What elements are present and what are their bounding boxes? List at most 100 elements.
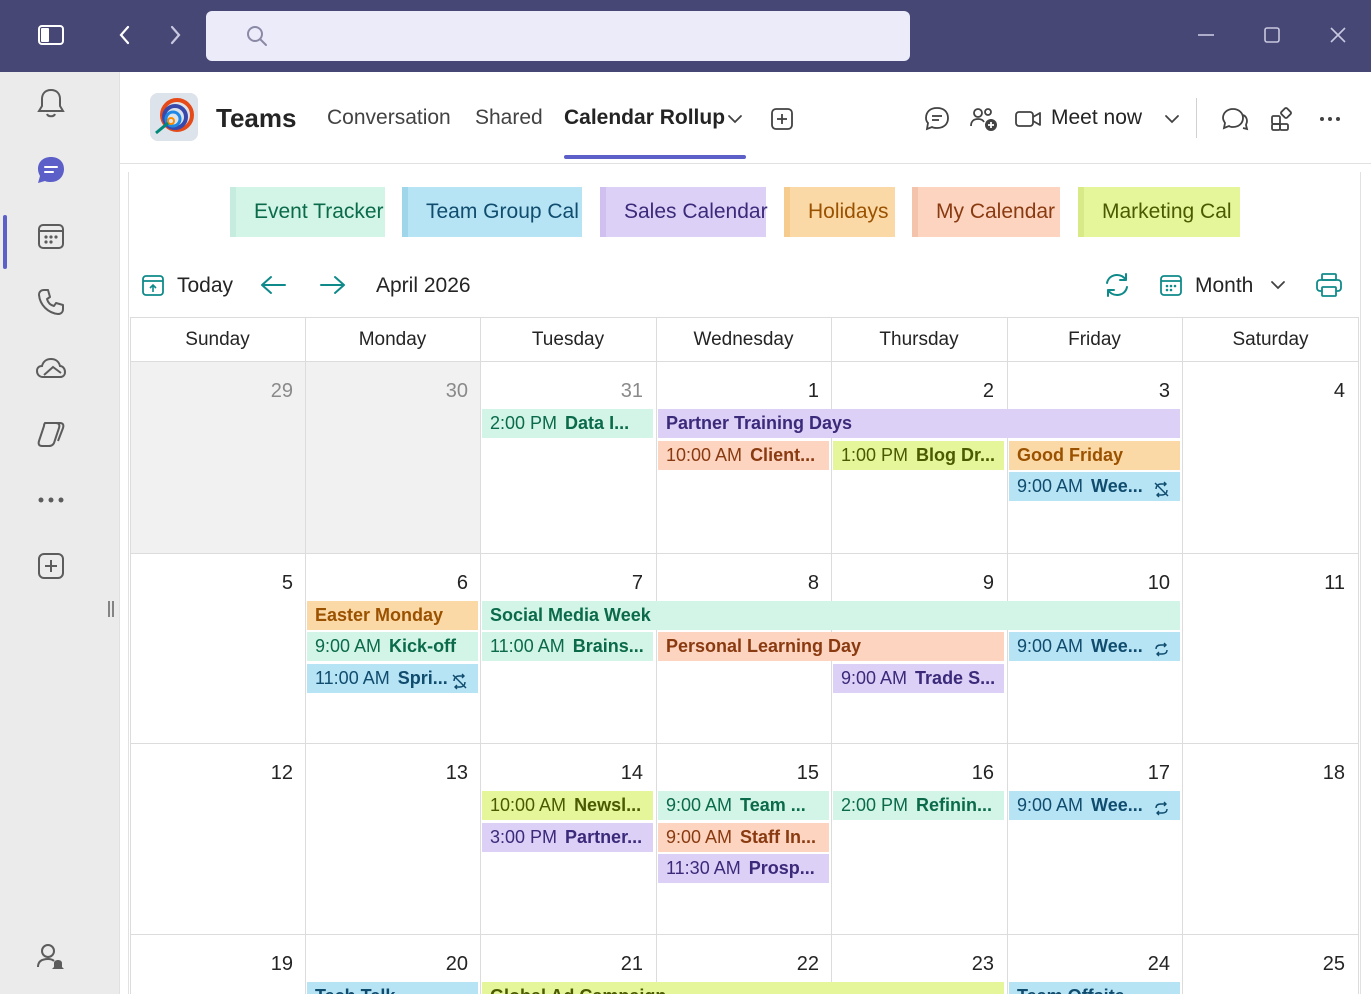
chat-bubbles-icon[interactable] xyxy=(1220,104,1250,134)
back-icon[interactable] xyxy=(110,20,140,50)
day-number[interactable]: 23 xyxy=(954,953,994,976)
tab-shared[interactable]: Shared xyxy=(475,106,543,130)
more-options-ellipsis-icon[interactable] xyxy=(1315,104,1345,134)
chip-team-group-cal[interactable]: Team Group Cal xyxy=(402,187,582,237)
calendar-event[interactable]: Social Media Week xyxy=(482,601,1180,630)
calendar-event[interactable]: Partner Training Days xyxy=(658,409,1180,438)
calendar-event[interactable]: Tech Talk xyxy=(307,982,478,994)
view-selector[interactable]: Month xyxy=(1195,274,1253,298)
video-camera-icon[interactable] xyxy=(1013,104,1043,134)
calendar-event[interactable]: Easter Monday xyxy=(307,601,478,630)
forward-icon[interactable] xyxy=(160,20,190,50)
onedrive-cloud-icon[interactable] xyxy=(30,347,72,389)
account-notification-icon[interactable] xyxy=(30,936,72,978)
calendar-event[interactable]: Good Friday xyxy=(1009,441,1180,470)
calendar-event[interactable]: 9:00 AM Team ... xyxy=(658,791,829,820)
day-number[interactable]: 24 xyxy=(1130,953,1170,976)
day-number[interactable]: 16 xyxy=(954,762,994,785)
apps-grid-icon[interactable] xyxy=(1268,104,1298,134)
conversation-chat-icon[interactable] xyxy=(922,104,952,134)
day-number[interactable]: 25 xyxy=(1305,953,1345,976)
day-number[interactable]: 17 xyxy=(1130,762,1170,785)
minimize-icon[interactable] xyxy=(1191,20,1221,50)
calendar-event[interactable]: Global Ad Campaign xyxy=(482,982,1004,994)
day-number[interactable]: 14 xyxy=(603,762,643,785)
view-calendar-icon[interactable] xyxy=(1156,270,1186,300)
event-title: Data I... xyxy=(565,413,630,433)
maximize-icon[interactable] xyxy=(1257,20,1287,50)
activity-bell-icon[interactable] xyxy=(30,82,72,124)
calendar-event[interactable]: Personal Learning Day xyxy=(658,632,1004,661)
chip-sales-calendar[interactable]: Sales Calendar xyxy=(600,187,768,237)
tab-options-chevron-down-icon[interactable] xyxy=(720,104,750,134)
add-apps-icon[interactable] xyxy=(30,545,72,587)
calendar-event[interactable]: 9:00 AM Wee... xyxy=(1009,472,1180,501)
chip-event-tracker[interactable]: Event Tracker xyxy=(230,187,385,237)
today-calendar-icon[interactable] xyxy=(138,270,168,300)
today-button[interactable]: Today xyxy=(177,274,233,298)
event-title: Client... xyxy=(750,445,816,465)
day-number[interactable]: 19 xyxy=(253,953,293,976)
chip-marketing-cal[interactable]: Marketing Cal xyxy=(1078,187,1240,237)
calls-phone-icon[interactable] xyxy=(30,281,72,323)
more-apps-ellipsis-icon[interactable] xyxy=(30,479,72,521)
day-number[interactable]: 5 xyxy=(253,572,293,595)
meet-now-chevron-down-icon[interactable] xyxy=(1157,104,1187,134)
previous-month-arrow-icon[interactable] xyxy=(258,270,288,300)
day-number[interactable]: 30 xyxy=(428,380,468,403)
day-number[interactable]: 21 xyxy=(603,953,643,976)
day-number[interactable]: 7 xyxy=(603,572,643,595)
day-number[interactable]: 6 xyxy=(428,572,468,595)
view-chevron-down-icon[interactable] xyxy=(1263,270,1293,300)
day-number[interactable]: 9 xyxy=(954,572,994,595)
day-number[interactable]: 12 xyxy=(253,762,293,785)
event-time: 3:00 PM xyxy=(490,827,558,847)
chat-icon[interactable] xyxy=(30,149,72,191)
day-number[interactable]: 22 xyxy=(779,953,819,976)
copilot-icon[interactable] xyxy=(30,413,72,455)
search-input[interactable] xyxy=(206,11,910,61)
calendar-icon[interactable] xyxy=(30,215,72,257)
day-number[interactable]: 11 xyxy=(1305,572,1345,595)
next-month-arrow-icon[interactable] xyxy=(318,270,348,300)
print-icon[interactable] xyxy=(1314,270,1344,300)
add-tab-icon[interactable] xyxy=(767,104,797,134)
day-number[interactable]: 31 xyxy=(603,380,643,403)
tab-conversation[interactable]: Conversation xyxy=(327,106,451,130)
calendar-event[interactable]: 9:00 AM Staff In... xyxy=(658,823,829,852)
calendar-event[interactable]: 10:00 AM Newsl... xyxy=(482,791,653,820)
day-number[interactable]: 10 xyxy=(1130,572,1170,595)
day-number[interactable]: 1 xyxy=(779,380,819,403)
chip-holidays[interactable]: Holidays xyxy=(784,187,895,237)
day-number[interactable]: 20 xyxy=(428,953,468,976)
calendar-event[interactable]: 9:00 AM Kick-off xyxy=(307,632,478,661)
calendar-event[interactable]: 11:00 AM Brains... xyxy=(482,632,653,661)
chip-my-calendar[interactable]: My Calendar xyxy=(912,187,1060,237)
calendar-event[interactable]: 2:00 PM Data I... xyxy=(482,409,653,438)
meet-now-button[interactable]: Meet now xyxy=(1051,106,1142,130)
day-number[interactable]: 18 xyxy=(1305,762,1345,785)
day-number[interactable]: 8 xyxy=(779,572,819,595)
refresh-icon[interactable] xyxy=(1102,270,1132,300)
day-number[interactable]: 2 xyxy=(954,380,994,403)
toggle-sidebar-icon[interactable] xyxy=(36,20,66,50)
tab-calendar-rollup[interactable]: Calendar Rollup xyxy=(564,106,725,130)
people-add-icon[interactable] xyxy=(969,104,999,134)
calendar-event[interactable]: 11:00 AM Spri... xyxy=(307,664,478,693)
day-number[interactable]: 29 xyxy=(253,380,293,403)
close-icon[interactable] xyxy=(1323,20,1353,50)
calendar-event[interactable]: 9:00 AM Trade S... xyxy=(833,664,1004,693)
calendar-event[interactable]: 10:00 AM Client... xyxy=(658,441,829,470)
rail-resize-handle-icon[interactable] xyxy=(106,600,116,618)
day-number[interactable]: 13 xyxy=(428,762,468,785)
calendar-event[interactable]: 1:00 PM Blog Dr... xyxy=(833,441,1004,470)
calendar-event[interactable]: 3:00 PM Partner... xyxy=(482,823,653,852)
calendar-event[interactable]: Team Offsite xyxy=(1009,982,1180,994)
day-number[interactable]: 15 xyxy=(779,762,819,785)
day-number[interactable]: 4 xyxy=(1305,380,1345,403)
day-number[interactable]: 3 xyxy=(1130,380,1170,403)
calendar-event[interactable]: 9:00 AM Wee... xyxy=(1009,632,1180,661)
calendar-event[interactable]: 9:00 AM Wee... xyxy=(1009,791,1180,820)
calendar-event[interactable]: 11:30 AM Prosp... xyxy=(658,854,829,883)
calendar-event[interactable]: 2:00 PM Refinin... xyxy=(833,791,1004,820)
